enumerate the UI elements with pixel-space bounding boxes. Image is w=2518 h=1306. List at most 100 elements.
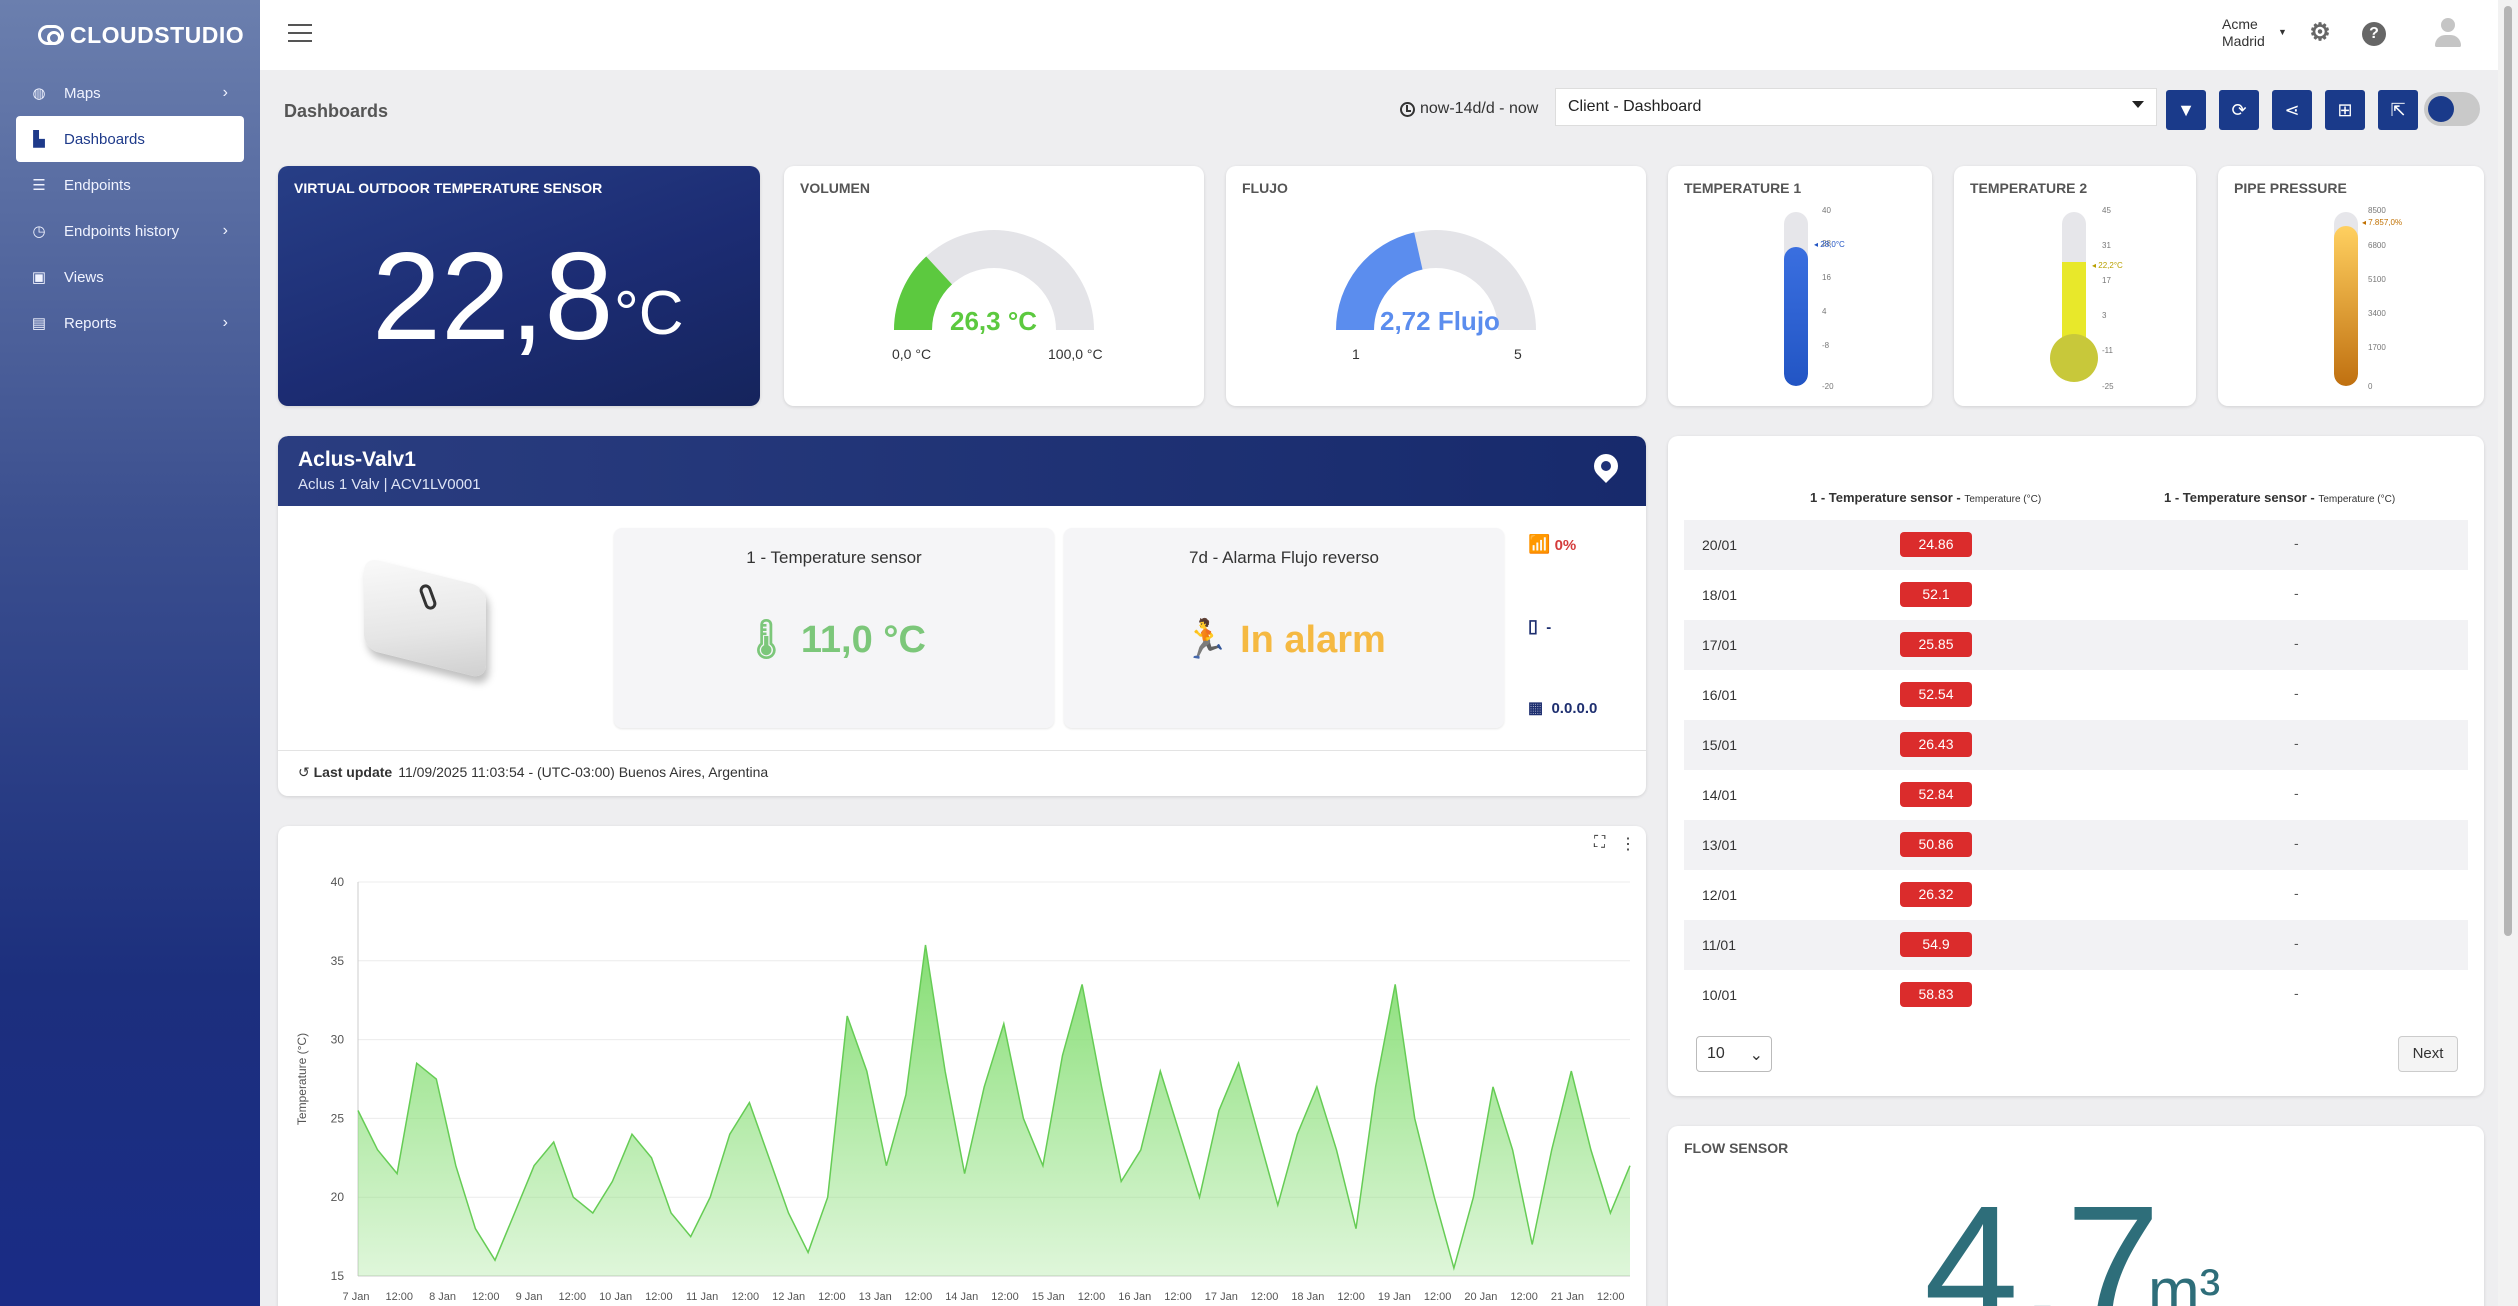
x-tick-label: 16 Jan [1118,1291,1151,1303]
thermometer-fill [2334,225,2358,386]
account-name: Acme [2222,16,2258,32]
widget-outdoor-temperature: VIRTUAL OUTDOOR TEMPERATURE SENSOR 22,8 … [278,166,760,406]
device-card-aclus: Aclus-Valv1 Aclus 1 Valv | ACV1LV0001 1 … [278,436,1646,796]
row-value-2: - [2294,685,2299,701]
tick-label: 5100 [2368,275,2386,284]
page-scrollbar[interactable] [2498,0,2518,1306]
sidebar-item-endpoints-history[interactable]: ◷ Endpoints history › [16,208,244,254]
sidebar-item-endpoints[interactable]: ☰ Endpoints [16,162,244,208]
widget-title: VOLUMEN [800,180,870,196]
caret-down-icon: ▼ [2278,27,2287,37]
refresh-button[interactable]: ⟳ [2219,90,2259,130]
time-range[interactable]: now-14d/d - now [1400,100,1538,118]
page-size-select[interactable]: 10 ⌄ [1696,1036,1772,1072]
volumen-min: 0,0 °C [892,346,932,362]
x-tick-label: 12:00 [1164,1291,1192,1303]
refresh-icon: ⟳ [2231,100,2247,120]
row-date: 17/01 [1702,637,1738,653]
scrollbar-thumb[interactable] [2504,6,2512,936]
dashboard-select[interactable]: Client - Dashboard [1555,88,2157,126]
x-tick-label: 12:00 [645,1291,673,1303]
add-widget-button[interactable]: ⊞ [2325,90,2365,130]
x-tick-label: 11 Jan [686,1291,718,1303]
grid-plus-icon: ⊞ [2337,100,2353,120]
widget-title: FLOW SENSOR [1684,1140,1789,1156]
sidebar-item-reports[interactable]: ▤ Reports › [16,300,244,346]
filter-button[interactable]: ▼ [2166,90,2206,130]
chevron-right-icon: › [222,314,228,331]
table-header-col1[interactable]: 1 - Temperature sensor - Temperature (°C… [1810,490,2041,505]
tick-label: 16 [1822,273,1831,282]
chevron-down-icon: ⌄ [1749,1047,1763,1064]
image-icon: ▣ [31,269,47,286]
tick-label: -25 [2102,382,2114,391]
table-row: 11/01 54.9 - [1684,920,2468,970]
next-page-button[interactable]: Next [2398,1036,2458,1072]
help-icon[interactable]: ? [2362,22,2386,46]
x-tick-label: 12 Jan [772,1291,805,1303]
row-value-2: - [2294,785,2299,801]
tick-label: 40 [1822,206,1831,215]
value-badge: 54.9 [1900,932,1972,957]
tick-label: 31 [2102,241,2111,250]
x-tick-label: 9 Jan [516,1291,543,1303]
clock-icon [1400,101,1415,117]
x-tick-label: 12:00 [1424,1291,1452,1303]
sidebar-item-views[interactable]: ▣ Views [16,254,244,300]
row-value-2: - [2294,935,2299,951]
y-axis-label: Temperature (°C) [295,1033,309,1125]
location-pin-icon[interactable] [1589,449,1623,483]
x-tick-label: 12:00 [818,1291,846,1303]
history-icon: ↺ [298,764,310,780]
open-external-button[interactable]: ⇱ [2378,90,2418,130]
sidebar: CLOUDSTUDIO ◍ Maps › ▙ Dashboards ☰ Endp… [0,0,260,1306]
widget-flow-sensor: FLOW SENSOR 4,7 m³ [1668,1126,2484,1306]
value-badge: 52.54 [1900,682,1972,707]
value-badge: 24.86 [1900,532,1972,557]
row-date: 11/01 [1702,937,1736,953]
sidebar-item-maps[interactable]: ◍ Maps › [16,70,244,116]
battery-status: ▯ - [1528,616,1552,636]
alarm-tile[interactable]: 7d - Alarma Flujo reverso 🏃 In alarm [1064,528,1504,728]
table-row: 16/01 52.54 - [1684,670,2468,720]
flow-unit: m³ [2148,1257,2221,1306]
device-name[interactable]: Aclus-Valv1 [298,448,416,472]
x-tick-label: 12:00 [1510,1291,1538,1303]
battery-icon: ▯ [1528,616,1538,636]
alarm-title: 7d - Alarma Flujo reverso [1189,548,1379,567]
widget-temperature-chart: ⛶ ⋮ 15 20 25 30 35 40 Temperature (°C) 7 Jan 12:… [278,826,1646,1306]
x-tick-label: 12:00 [472,1291,500,1303]
flow-value: 4,7 [1924,1171,2161,1306]
sidebar-item-label: Endpoints history [64,222,180,240]
dashboard-select-value: Client - Dashboard [1568,98,1702,115]
temperature-area-chart[interactable]: 15 20 25 30 35 40 Temperature (°C) 7 Jan 12:00 8 … [278,826,1646,1306]
account-selector[interactable]: Acme Madrid ▼ [2222,16,2287,50]
tick-label: 3400 [2368,309,2386,318]
brand-name: CLOUDSTUDIO [70,21,245,48]
brand-logo[interactable]: CLOUDSTUDIO [0,0,260,70]
gear-icon[interactable]: ⚙ [2308,21,2332,46]
value-badge: 26.43 [1900,732,1972,757]
y-tick-label: 15 [331,1269,345,1283]
sensor-tile[interactable]: 1 - Temperature sensor 🌡 11,0 °C [614,528,1054,728]
menu-icon[interactable] [288,24,312,44]
widget-volumen: VOLUMEN 26,3 °C 0,0 °C 100,0 °C [784,166,1204,406]
widget-temperature-2: TEMPERATURE 2 45 31 17 3 -11 -25 ◂ 22,2°… [1954,166,2196,406]
device-subtitle: Aclus 1 Valv | ACV1LV0001 [298,476,481,493]
widget-temperature-table: 1 - Temperature sensor - Temperature (°C… [1668,436,2484,1096]
x-tick-label: 21 Jan [1551,1291,1584,1303]
tick-label: -8 [1822,341,1830,350]
avatar[interactable] [2432,18,2464,50]
table-header-col2[interactable]: 1 - Temperature sensor - Temperature (°C… [2164,490,2395,505]
x-tick-label: 12:00 [1337,1291,1365,1303]
row-value-2: - [2294,885,2299,901]
share-button[interactable]: ⋖ [2272,90,2312,130]
page-title: Dashboards [284,101,389,121]
sidebar-item-label: Endpoints [64,176,131,194]
tick-label: 0 [2368,382,2373,391]
tick-label: 6800 [2368,241,2386,250]
lock-toggle[interactable] [2424,92,2480,126]
sidebar-item-dashboards[interactable]: ▙ Dashboards [16,116,244,162]
caret-down-icon [2132,101,2144,108]
row-value-2: - [2294,585,2299,601]
